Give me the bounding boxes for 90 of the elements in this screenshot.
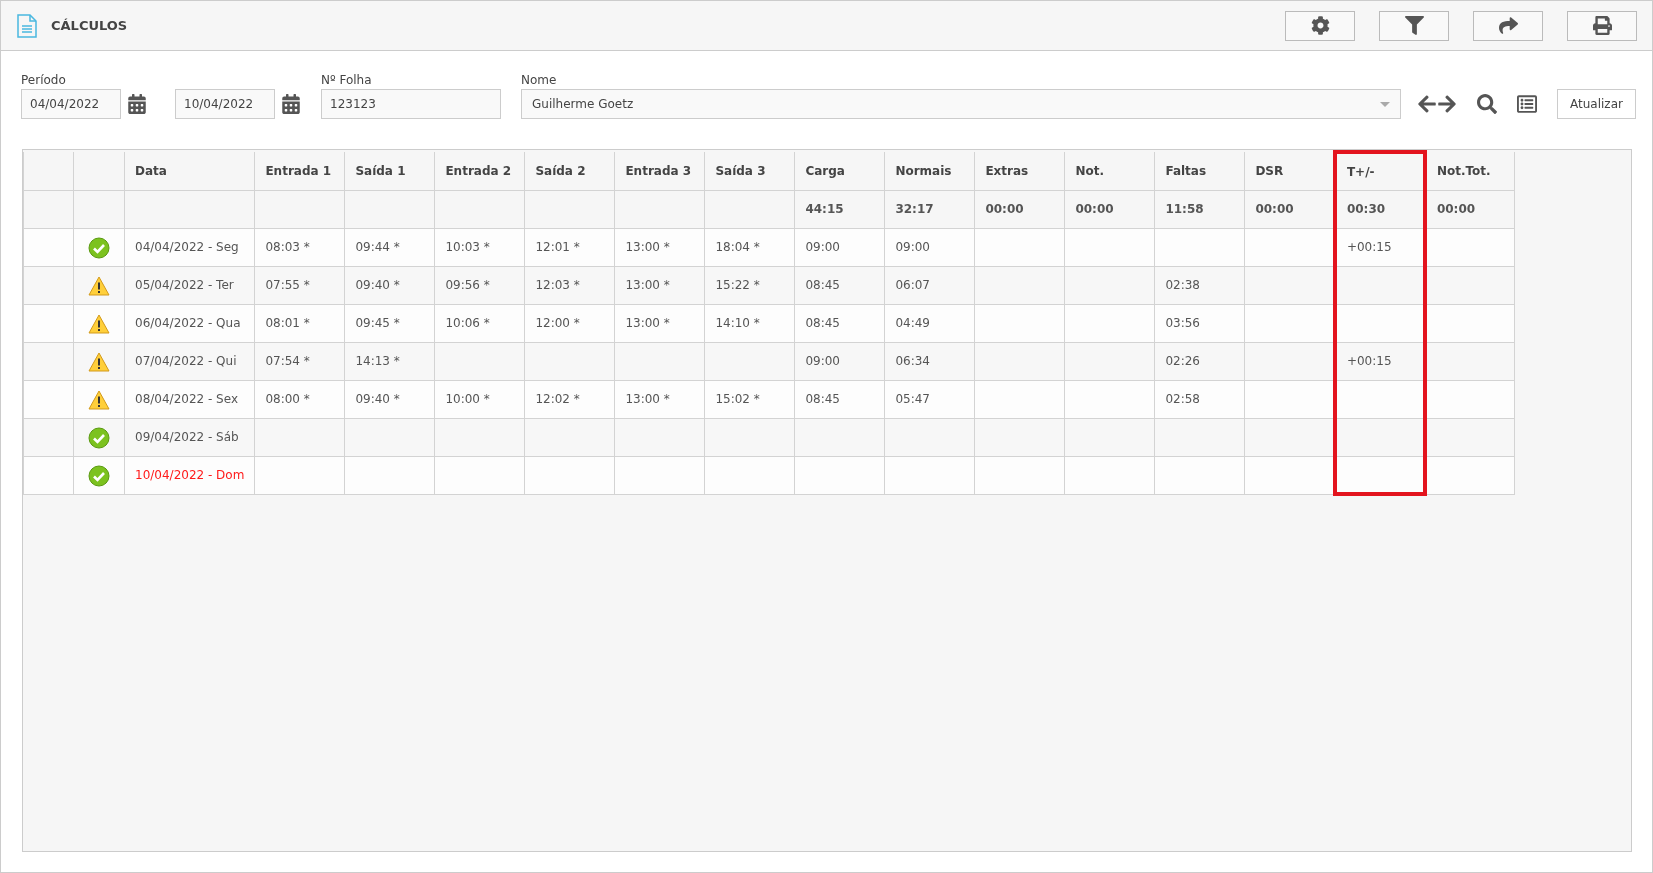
field-label: Nome — [521, 73, 558, 87]
total-cell: 44:15 — [794, 190, 885, 228]
refresh-button[interactable]: Atualizar — [1557, 89, 1636, 119]
table-cell: +00:15 — [1334, 342, 1425, 380]
table-cell: 12:02 * — [524, 380, 615, 418]
date-cell: 07/04/2022 - Qui — [124, 342, 255, 380]
table-cell: 09:00 — [884, 228, 975, 266]
date-cell: 10/04/2022 - Dom — [124, 456, 255, 494]
column-header: Faltas — [1154, 152, 1245, 190]
table-cell: 09:40 * — [344, 380, 435, 418]
table-cell: 10:03 * — [434, 228, 525, 266]
total-cell: 11:58 — [1154, 190, 1245, 228]
column-header: Normais — [884, 152, 975, 190]
column-header: Saída 3 — [704, 152, 795, 190]
table-cell: 06:07 — [884, 266, 975, 304]
date-cell: 08/04/2022 - Sex — [124, 380, 255, 418]
table-cell: 12:01 * — [524, 228, 615, 266]
table-cell: 12:00 * — [524, 304, 615, 342]
column-header: Data — [124, 152, 255, 190]
table-cell: 08:01 * — [254, 304, 345, 342]
table-cell: 08:03 * — [254, 228, 345, 266]
table-cell: 08:00 * — [254, 380, 345, 418]
settings-button[interactable] — [1285, 10, 1355, 41]
table-cell: 08:45 — [794, 304, 885, 342]
start-date-field[interactable]: 04/04/2022 — [21, 89, 121, 119]
table-cell: 02:26 — [1154, 342, 1245, 380]
table-cell: 07:55 * — [254, 266, 345, 304]
table-cell: 14:10 * — [704, 304, 795, 342]
end-date-field[interactable]: 10/04/2022 — [175, 89, 275, 119]
column-header: Extras — [974, 152, 1065, 190]
table-cell: 13:00 * — [614, 380, 705, 418]
table-cell: 13:00 * — [614, 266, 705, 304]
table-cell: 09:56 * — [434, 266, 525, 304]
table-cell: 02:38 — [1154, 266, 1245, 304]
column-header: Not. — [1064, 152, 1155, 190]
date-cell: 04/04/2022 - Seg — [124, 228, 255, 266]
name-dropdown[interactable]: Guilherme Goetz — [521, 89, 1401, 119]
table-cell: 15:22 * — [704, 266, 795, 304]
table-cell: 15:02 * — [704, 380, 795, 418]
column-header: Entrada 1 — [254, 152, 345, 190]
column-header: Saída 2 — [524, 152, 615, 190]
table-cell: 09:00 — [794, 228, 885, 266]
table-cell: 09:45 * — [344, 304, 435, 342]
table-cell: 03:56 — [1154, 304, 1245, 342]
field-label: Período — [21, 73, 67, 87]
table-cell: 18:04 * — [704, 228, 795, 266]
table-cell: 10:06 * — [434, 304, 525, 342]
table-cell: 08:45 — [794, 380, 885, 418]
funnel-icon — [1404, 16, 1424, 35]
field-label: Nº Folha — [321, 73, 373, 87]
table-cell: 07:54 * — [254, 342, 345, 380]
table-cell: 06:34 — [884, 342, 975, 380]
table-cell: 13:00 * — [614, 228, 705, 266]
table-cell: 13:00 * — [614, 304, 705, 342]
total-cell: 32:17 — [884, 190, 975, 228]
table-cell: 09:44 * — [344, 228, 435, 266]
date-cell: 06/04/2022 - Qua — [124, 304, 255, 342]
curved-arrow-icon — [1498, 16, 1518, 35]
column-header: Not.Tot. — [1424, 152, 1515, 190]
date-cell: 09/04/2022 - Sáb — [124, 418, 255, 456]
share-button[interactable] — [1473, 10, 1543, 41]
print-button[interactable] — [1567, 10, 1637, 41]
sheet-number-field[interactable]: 123123 — [321, 89, 501, 119]
table-cell: 10:00 * — [434, 380, 525, 418]
column-header: Saída 1 — [344, 152, 435, 190]
gear-icon — [1310, 16, 1330, 35]
column-header: T+/- — [1334, 152, 1425, 190]
column-header: Entrada 2 — [434, 152, 525, 190]
table-cell: 08:45 — [794, 266, 885, 304]
table-cell: 14:13 * — [344, 342, 435, 380]
column-header: DSR — [1244, 152, 1335, 190]
total-cell: 00:30 — [1334, 190, 1425, 228]
document-icon — [17, 13, 37, 38]
table-cell: +00:15 — [1334, 228, 1425, 266]
total-cell: 00:00 — [1424, 190, 1515, 228]
table-cell: 09:00 — [794, 342, 885, 380]
total-cell: 00:00 — [1064, 190, 1155, 228]
page-title: CÁLCULOS — [51, 18, 129, 33]
printer-icon — [1592, 16, 1612, 35]
table-cell: 02:58 — [1154, 380, 1245, 418]
total-cell: 00:00 — [1244, 190, 1335, 228]
table-cell: 12:03 * — [524, 266, 615, 304]
column-header: Carga — [794, 152, 885, 190]
filter-button[interactable] — [1379, 10, 1449, 41]
table-cell: 04:49 — [884, 304, 975, 342]
column-header: Entrada 3 — [614, 152, 705, 190]
date-cell: 05/04/2022 - Ter — [124, 266, 255, 304]
table-cell: 09:40 * — [344, 266, 435, 304]
table-cell: 05:47 — [884, 380, 975, 418]
total-cell: 00:00 — [974, 190, 1065, 228]
